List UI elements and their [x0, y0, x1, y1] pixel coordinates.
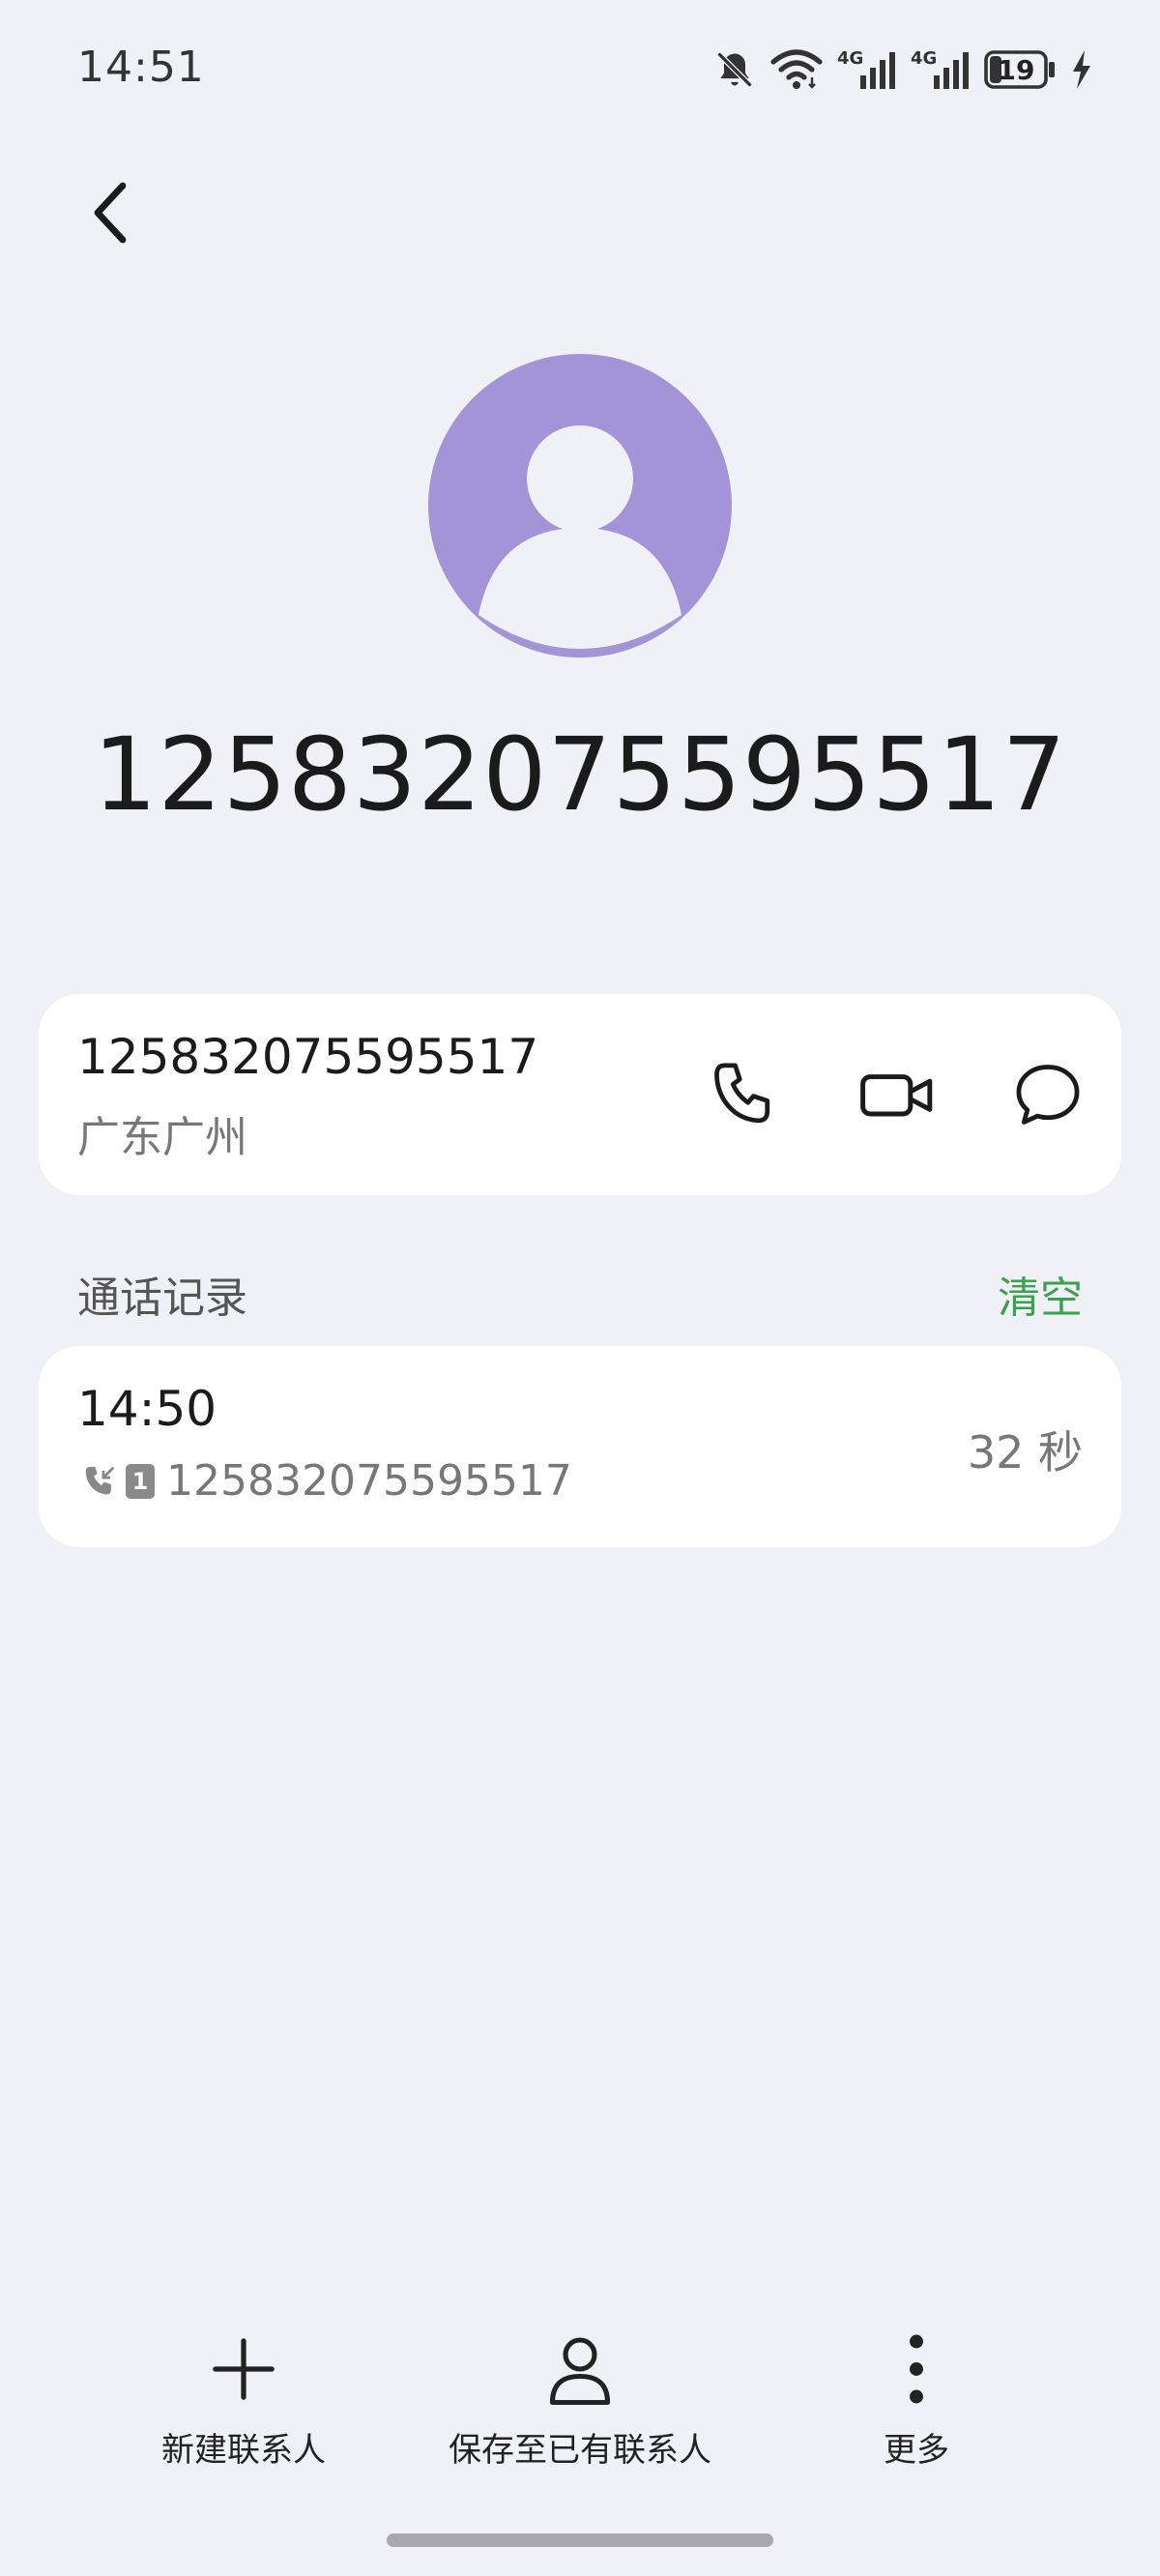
- person-icon: [541, 2330, 619, 2408]
- svg-text:4G: 4G: [837, 48, 863, 69]
- status-time: 14:51: [77, 43, 205, 92]
- message-button[interactable]: [994, 1040, 1102, 1149]
- new-contact-button[interactable]: 新建联系人: [147, 2330, 340, 2471]
- bell-off-icon: [716, 51, 753, 88]
- call-time: 14:50: [77, 1381, 218, 1437]
- call-number: 125832075595517: [166, 1456, 572, 1506]
- person-silhouette-icon: [478, 425, 682, 649]
- battery-level: 19: [997, 53, 1035, 86]
- call-details: 1 125832075595517: [81, 1456, 572, 1506]
- video-icon: [860, 1074, 933, 1117]
- save-to-existing-contact-button[interactable]: 保存至已有联系人: [435, 2330, 725, 2471]
- avatar: [428, 354, 732, 658]
- call-log-title: 通话记录: [77, 1273, 247, 1323]
- video-call-button[interactable]: [843, 1040, 951, 1149]
- call-button[interactable]: [690, 1040, 798, 1149]
- call-duration: 32 秒: [967, 1426, 1083, 1478]
- svg-text:4G: 4G: [911, 48, 937, 69]
- contact-number: 125832075595517: [93, 716, 1067, 834]
- home-indicator[interactable]: [387, 2533, 773, 2547]
- save-to-existing-label: 保存至已有联系人: [449, 2431, 711, 2470]
- message-icon: [1016, 1065, 1080, 1125]
- plus-icon: [205, 2330, 282, 2408]
- chevron-left-icon: [94, 182, 127, 244]
- incoming-call-icon: [85, 1466, 115, 1494]
- back-button[interactable]: [77, 169, 145, 256]
- call-log-entry[interactable]: 14:50 1 125832075595517 32 秒: [39, 1346, 1121, 1547]
- more-vertical-icon: [878, 2330, 955, 2408]
- info-location: 广东广州: [77, 1113, 247, 1162]
- signal-4g-icon: 4G: [837, 48, 895, 89]
- new-contact-label: 新建联系人: [161, 2431, 326, 2470]
- battery-icon: 19: [984, 50, 1058, 89]
- charging-icon: [1073, 50, 1090, 89]
- signal-4g-icon: 4G: [911, 48, 969, 89]
- phone-icon: [714, 1063, 770, 1124]
- status-icons: 4G 4G 19: [713, 43, 1092, 97]
- contact-info-card: 125832075595517 广东广州: [39, 994, 1121, 1195]
- info-number: 125832075595517: [77, 1029, 539, 1085]
- more-button[interactable]: 更多: [820, 2330, 1013, 2471]
- wifi-icon: [770, 49, 823, 89]
- more-label: 更多: [884, 2431, 949, 2470]
- clear-call-log-button[interactable]: 清空: [998, 1263, 1083, 1325]
- sim-card-icon: 1: [126, 1463, 155, 1499]
